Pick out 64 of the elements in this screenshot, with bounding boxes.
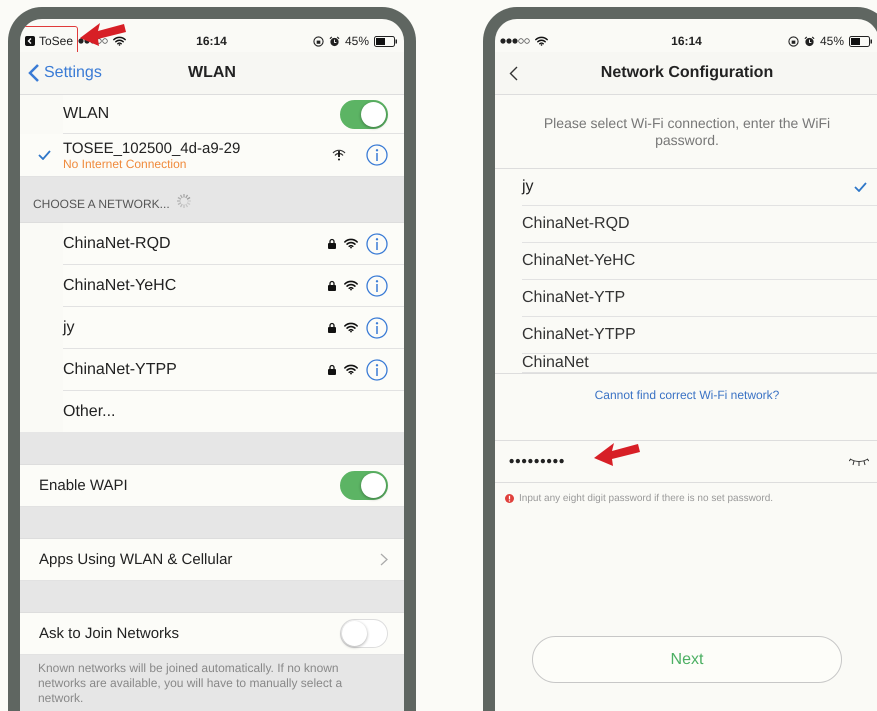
chevron-left-icon [509, 66, 518, 80]
closed-eye-icon[interactable] [849, 458, 869, 466]
wifi-icon [344, 238, 358, 249]
footer-note: Known networks will be joined automatically. If no known networks are available, you will have to manually select a network. [20, 655, 404, 711]
lock-icon [328, 322, 336, 333]
checkmark-icon [854, 182, 867, 192]
setting-label: Apps Using WLAN & Cellular [39, 551, 234, 568]
hint-text: Input any eight digit password if there is no set password. [519, 493, 774, 504]
rotation-lock-icon [788, 36, 799, 46]
network-name[interactable]: ChinaNet-YeHC [63, 276, 320, 294]
checkmark-icon [38, 150, 51, 160]
battery-icon [374, 36, 398, 46]
chevron-left-icon [28, 63, 40, 83]
battery-icon [849, 36, 873, 46]
other-network[interactable]: Other... [63, 402, 116, 420]
setting-label: WLAN [63, 105, 110, 123]
network-row[interactable]: ChinaNet-YeHC [522, 243, 877, 280]
rotation-lock-icon [312, 36, 324, 46]
network-row[interactable]: ChinaNet [522, 354, 877, 373]
toggle-switch[interactable] [340, 471, 388, 500]
screen-title: Network Configuration [600, 64, 774, 82]
alarm-icon [328, 36, 340, 46]
wifi-icon [535, 36, 548, 46]
network-row[interactable]: ChinaNet-YTP [522, 280, 877, 317]
setting-label: Ask to Join Networks [39, 625, 180, 642]
network-row[interactable]: ChinaNet-RQD [522, 206, 877, 243]
network-name[interactable]: ChinaNet-RQD [63, 234, 320, 252]
info-icon[interactable] [366, 144, 388, 166]
wifi-icon [344, 280, 358, 291]
network-row[interactable]: ChinaNet-YTPP [522, 317, 877, 354]
wifi-warning-icon [332, 149, 346, 161]
network-name[interactable]: ChinaNet-YTPP [63, 360, 320, 378]
network-name[interactable]: jy [63, 318, 320, 336]
loading-spinner-icon [176, 193, 192, 209]
wifi-icon [344, 364, 358, 375]
info-icon[interactable] [366, 274, 388, 296]
network-row[interactable]: jy [522, 169, 877, 206]
connection-status: No Internet Connection [63, 156, 188, 170]
lock-icon [328, 238, 336, 249]
back-app-icon[interactable] [25, 36, 35, 46]
toggle-switch[interactable] [340, 100, 388, 128]
back-button[interactable]: Settings [28, 52, 102, 94]
status-time: 16:14 [196, 34, 227, 48]
back-app-label[interactable]: ToSee [39, 34, 74, 48]
help-link[interactable]: Cannot find correct Wi-Fi network? [594, 388, 780, 440]
wifi-icon [344, 322, 358, 333]
info-icon[interactable] [366, 358, 388, 380]
section-header: CHOOSE A NETWORK... [33, 197, 170, 211]
info-icon[interactable] [366, 316, 388, 338]
battery-percent: 45% [344, 34, 369, 48]
lock-icon [328, 280, 336, 291]
signal-icon [500, 38, 530, 44]
screen-title: WLAN [188, 64, 236, 82]
status-time: 16:14 [671, 34, 702, 48]
intro-text: Please select Wi-Fi connection, enter the WiFi password. [495, 95, 877, 169]
wifi-icon [113, 36, 126, 46]
info-icon[interactable] [366, 232, 388, 254]
lock-icon [328, 364, 336, 375]
alert-icon [505, 494, 514, 503]
battery-percent: 45% [820, 34, 844, 48]
chevron-right-icon[interactable] [380, 553, 388, 566]
setting-label: Enable WAPI [39, 477, 129, 494]
network-name: TOSEE_102500_4d-a9-29 [63, 140, 242, 156]
alarm-icon [804, 36, 815, 46]
